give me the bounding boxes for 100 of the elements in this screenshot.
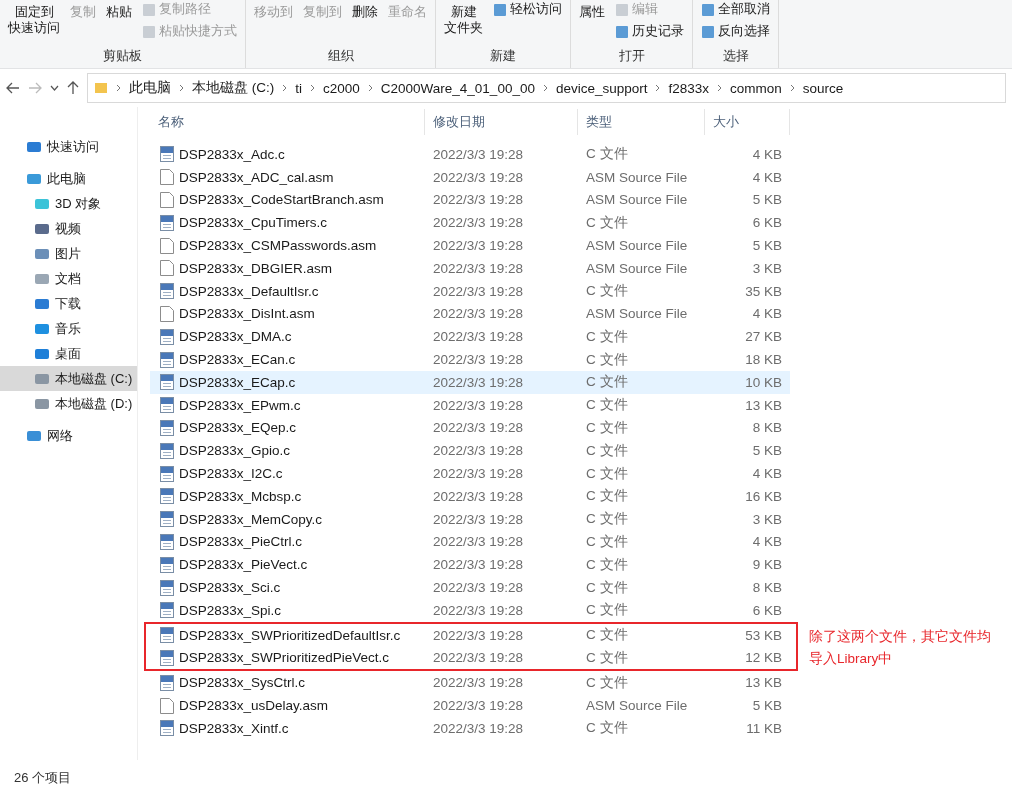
file-row[interactable]: DSP2833x_EPwm.c 2022/3/3 19:28 C 文件 13 KB xyxy=(150,393,790,417)
file-name: DSP2833x_PieCtrl.c xyxy=(179,534,303,550)
c-file-icon xyxy=(160,465,174,482)
file-row[interactable]: DSP2833x_ECan.c 2022/3/3 19:28 C 文件 18 KB xyxy=(150,348,790,371)
file-row[interactable]: DSP2833x_CSMPasswords.asm 2022/3/3 19:28 ASM Source File 5 KB xyxy=(150,234,790,257)
file-row[interactable]: DSP2833x_SysCtrl.c 2022/3/3 19:28 C 文件 13 KB xyxy=(150,671,790,695)
sidebar-item[interactable]: 图片 xyxy=(0,241,137,266)
breadcrumb[interactable]: source xyxy=(802,80,844,96)
file-type: ASM Source File xyxy=(585,698,689,713)
ribbon-button[interactable]: 属性 xyxy=(577,0,607,20)
file-row[interactable]: DSP2833x_DMA.c 2022/3/3 19:28 C 文件 27 KB xyxy=(150,325,790,349)
blank-file-icon xyxy=(160,169,174,186)
modified-date: 2022/3/3 19:28 xyxy=(432,488,525,504)
file-row[interactable]: DSP2833x_DefaultIsr.c 2022/3/3 19:28 C 文件 35 KB xyxy=(150,279,790,303)
file-row[interactable]: DSP2833x_Sci.c 2022/3/3 19:28 C 文件 8 KB xyxy=(150,576,790,599)
modified-date: 2022/3/3 19:28 xyxy=(432,283,525,299)
file-row[interactable]: DSP2833x_Xintf.c 2022/3/3 19:28 C 文件 11 KB xyxy=(150,716,790,740)
command-icon xyxy=(142,24,156,39)
file-row[interactable]: DSP2833x_DBGIER.asm 2022/3/3 19:28 ASM Source File 3 KB xyxy=(150,257,790,280)
modified-date: 2022/3/3 19:28 xyxy=(432,466,525,482)
sidebar-item[interactable]: 此电脑 xyxy=(0,166,137,191)
column-header[interactable]: 修改日期 xyxy=(425,109,578,135)
ribbon-button[interactable]: 固定到 快速访问 xyxy=(6,0,62,36)
breadcrumb[interactable]: common xyxy=(730,80,782,96)
sidebar-item[interactable]: 音乐 xyxy=(0,316,137,341)
ribbon-button[interactable]: 反向选择 xyxy=(699,22,772,41)
file-type: C 文件 xyxy=(585,282,629,301)
column-header[interactable]: 类型 xyxy=(578,109,705,135)
file-row[interactable]: DSP2833x_usDelay.asm 2022/3/3 19:28 ASM Source File 5 KB xyxy=(150,694,790,717)
file-row[interactable]: DSP2833x_CpuTimers.c 2022/3/3 19:28 C 文件 6 KB xyxy=(150,211,790,235)
file-row[interactable]: DSP2833x_PieVect.c 2022/3/3 19:28 C 文件 9 KB xyxy=(150,553,790,577)
column-header[interactable]: 大小 xyxy=(705,109,790,135)
file-row[interactable]: DSP2833x_SWPrioritizedDefaultIsr.c 2022/3/3 19:28 C 文件 53 KB xyxy=(150,623,790,647)
modified-date: 2022/3/3 19:28 xyxy=(432,675,525,691)
command-icon xyxy=(701,2,715,17)
file-row[interactable]: DSP2833x_ADC_cal.asm 2022/3/3 19:28 ASM Source File 4 KB xyxy=(150,165,790,189)
file-row[interactable]: DSP2833x_Gpio.c 2022/3/3 19:28 C 文件 5 KB xyxy=(150,439,790,463)
breadcrumb[interactable]: c2000 xyxy=(323,80,360,96)
sidebar-item[interactable]: 文档 xyxy=(0,266,137,291)
sidebar-item[interactable]: 视频 xyxy=(0,216,137,241)
sidebar-item[interactable]: 网络 xyxy=(0,423,137,448)
file-size: 16 KB xyxy=(744,488,783,504)
sidebar-item[interactable]: 本地磁盘 (D:) xyxy=(0,391,137,416)
c-file-icon xyxy=(160,351,174,368)
breadcrumb[interactable]: ti xyxy=(295,80,302,96)
breadcrumb[interactable]: f2833x xyxy=(668,80,710,96)
file-row[interactable]: DSP2833x_I2C.c 2022/3/3 19:28 C 文件 4 KB xyxy=(150,462,790,485)
sidebar-item[interactable]: 桌面 xyxy=(0,341,137,366)
file-row[interactable]: DSP2833x_DisInt.asm 2022/3/3 19:28 ASM Source File 4 KB xyxy=(150,302,790,326)
chevron-down-icon[interactable] xyxy=(50,85,59,91)
breadcrumb[interactable]: C2000Ware_4_01_00_00 xyxy=(380,80,535,96)
breadcrumb[interactable]: 本地磁盘 (C:) xyxy=(192,79,275,97)
file-size: 4 KB xyxy=(751,306,783,322)
file-row[interactable]: DSP2833x_Adc.c 2022/3/3 19:28 C 文件 4 KB xyxy=(150,143,790,166)
sidebar-item[interactable]: 本地磁盘 (C:) xyxy=(0,366,137,391)
c-file-icon xyxy=(160,283,174,300)
c-file-icon xyxy=(160,214,174,231)
file-row[interactable]: DSP2833x_EQep.c 2022/3/3 19:28 C 文件 8 KB xyxy=(150,416,790,440)
modified-date: 2022/3/3 19:28 xyxy=(432,146,525,162)
file-name: DSP2833x_Adc.c xyxy=(179,146,285,162)
file-row[interactable]: DSP2833x_CodeStartBranch.asm 2022/3/3 19:28 ASM Source File 5 KB xyxy=(150,188,790,212)
modified-date: 2022/3/3 19:28 xyxy=(432,260,525,276)
back-icon[interactable] xyxy=(6,82,20,94)
file-row[interactable]: DSP2833x_Mcbsp.c 2022/3/3 19:28 C 文件 16 KB xyxy=(150,484,790,508)
file-row[interactable]: DSP2833x_PieCtrl.c 2022/3/3 19:28 C 文件 4 KB xyxy=(150,530,790,554)
file-size: 13 KB xyxy=(744,397,783,413)
ribbon-button[interactable]: 新建 文件夹 xyxy=(442,0,485,36)
sidebar-item[interactable]: 下载 xyxy=(0,291,137,316)
column-header[interactable]: 名称 xyxy=(150,109,425,135)
c-file-icon xyxy=(160,397,174,414)
modified-date: 2022/3/3 19:28 xyxy=(432,720,525,736)
file-size: 5 KB xyxy=(751,443,783,459)
file-row[interactable]: DSP2833x_Spi.c 2022/3/3 19:28 C 文件 6 KB xyxy=(150,598,790,622)
file-name: DSP2833x_SWPrioritizedDefaultIsr.c xyxy=(179,627,401,643)
ribbon-button[interactable]: 粘贴 xyxy=(104,0,134,20)
sidebar-item[interactable]: 快速访问 xyxy=(0,134,137,159)
modified-date: 2022/3/3 19:28 xyxy=(432,397,525,413)
file-size: 5 KB xyxy=(751,238,783,254)
file-name: DSP2833x_SysCtrl.c xyxy=(179,675,306,691)
c-file-icon xyxy=(160,146,174,163)
file-name: DSP2833x_SWPrioritizedPieVect.c xyxy=(179,650,390,666)
ribbon-button[interactable]: 删除 xyxy=(350,0,380,20)
sidebar-item[interactable]: 3D 对象 xyxy=(0,191,137,216)
file-name: DSP2833x_Gpio.c xyxy=(179,443,291,459)
breadcrumb[interactable]: device_support xyxy=(555,80,648,96)
ribbon-button[interactable]: 全部取消 xyxy=(699,0,772,19)
c-file-icon xyxy=(160,649,174,666)
group-label: 组织 xyxy=(326,48,355,65)
file-type: C 文件 xyxy=(585,578,629,597)
address-bar[interactable]: 此电脑 本地磁盘 (C:) ti c2000 C2000Ware_4_01_00_00 device_support f2833x common source xyxy=(87,73,1006,103)
group-label: 打开 xyxy=(617,48,646,65)
file-row[interactable]: DSP2833x_MemCopy.c 2022/3/3 19:28 C 文件 3 KB xyxy=(150,507,790,531)
breadcrumb[interactable]: 此电脑 xyxy=(129,79,171,97)
file-type: C 文件 xyxy=(585,510,629,529)
file-row[interactable]: DSP2833x_SWPrioritizedPieVect.c 2022/3/3 19:28 C 文件 12 KB xyxy=(150,646,790,670)
file-row[interactable]: DSP2833x_ECap.c 2022/3/3 19:28 C 文件 10 KB xyxy=(150,370,790,394)
file-type: C 文件 xyxy=(585,648,629,667)
ribbon-button[interactable]: 轻松访问 xyxy=(491,0,564,19)
ribbon-button[interactable]: 历史记录 xyxy=(613,22,686,41)
up-arrow-icon[interactable] xyxy=(67,81,79,95)
